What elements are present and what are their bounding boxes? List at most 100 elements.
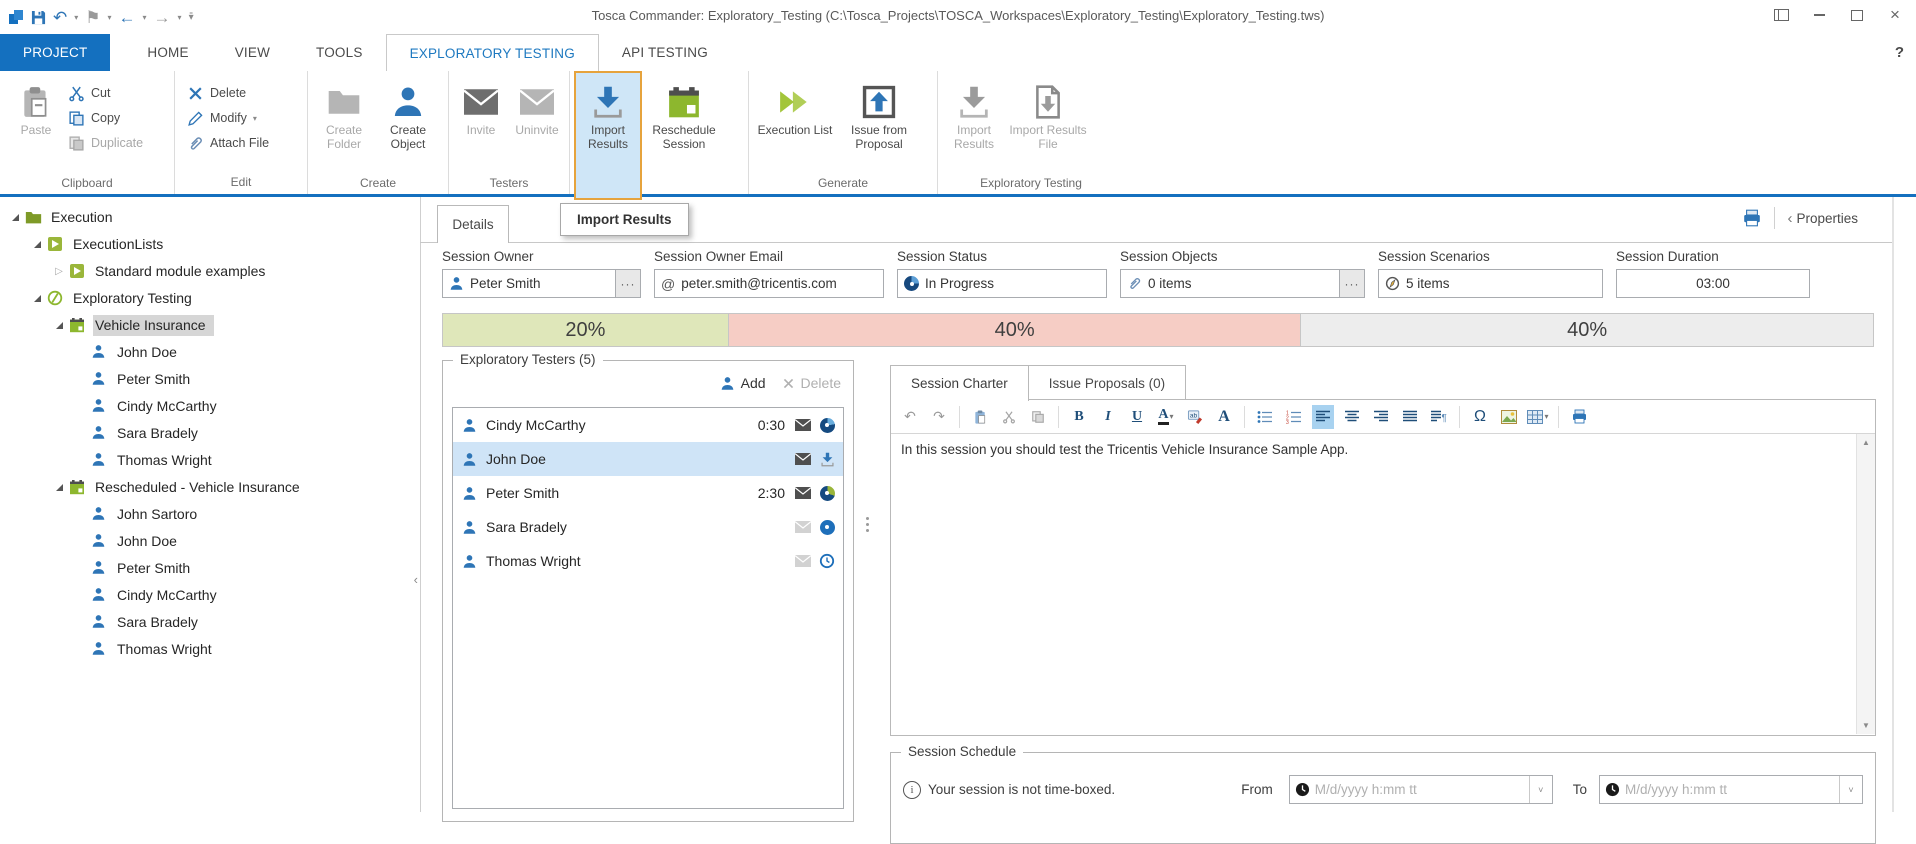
to-dropdown-icon[interactable]: ˅ bbox=[1839, 776, 1862, 803]
tester-row[interactable]: Peter Smith2:30 bbox=[453, 476, 843, 510]
align-center-button[interactable] bbox=[1341, 405, 1363, 429]
panel-splitter-handle[interactable] bbox=[866, 517, 869, 532]
font-color-button[interactable]: A▾ bbox=[1155, 405, 1177, 429]
editor-scrollbar[interactable]: ▲ ▼ bbox=[1856, 434, 1875, 734]
highlight-button[interactable]: ab bbox=[1184, 405, 1206, 429]
session-field-input[interactable]: Peter Smith··· bbox=[442, 269, 641, 298]
tree-item-person[interactable]: Thomas Wright bbox=[0, 447, 420, 474]
tree-item-person[interactable]: Cindy McCarthy bbox=[0, 582, 420, 609]
tree-expander-icon[interactable] bbox=[8, 214, 22, 221]
tab-view[interactable]: VIEW bbox=[212, 34, 293, 71]
tree-item[interactable]: Execution bbox=[0, 204, 420, 231]
close-button[interactable]: × bbox=[1884, 6, 1906, 24]
attach-file-button[interactable]: Attach File bbox=[187, 133, 269, 153]
tester-status-icon[interactable] bbox=[819, 519, 835, 535]
scroll-down-icon[interactable]: ▼ bbox=[1857, 717, 1875, 734]
envelope-icon[interactable] bbox=[795, 487, 811, 499]
tester-row[interactable]: Sara Bradely bbox=[453, 510, 843, 544]
folder-icon bbox=[327, 81, 361, 123]
insert-image-button[interactable] bbox=[1498, 405, 1520, 429]
scroll-up-icon[interactable]: ▲ bbox=[1857, 434, 1875, 451]
session-charter-text[interactable]: In this session you should test the Tric… bbox=[901, 442, 1845, 457]
to-datetime-input[interactable]: M/d/yyyy h:mm tt ˅ bbox=[1599, 775, 1863, 804]
delete-button[interactable]: Delete bbox=[187, 83, 269, 103]
create-object-button[interactable]: Create Object bbox=[376, 75, 440, 173]
tree-expander-icon[interactable] bbox=[30, 241, 44, 248]
tester-status-icon[interactable] bbox=[819, 417, 835, 433]
envelope-icon[interactable] bbox=[795, 453, 811, 465]
delete-tester-button: Delete bbox=[782, 375, 841, 391]
tab-home[interactable]: HOME bbox=[124, 34, 211, 71]
tab-session-charter[interactable]: Session Charter bbox=[890, 365, 1029, 401]
tree-item[interactable]: Rescheduled - Vehicle Insurance bbox=[0, 474, 420, 501]
modify-dropdown-icon[interactable]: ▾ bbox=[253, 114, 257, 123]
tree-item[interactable]: Vehicle Insurance bbox=[0, 312, 420, 339]
tree-item-person[interactable]: John Doe bbox=[0, 339, 420, 366]
justify-button[interactable] bbox=[1399, 405, 1421, 429]
help-icon[interactable]: ? bbox=[1895, 44, 1904, 61]
tree-item-person[interactable]: Peter Smith bbox=[0, 366, 420, 393]
bullet-list-icon[interactable] bbox=[1254, 405, 1276, 429]
tab-tools[interactable]: TOOLS bbox=[293, 34, 386, 71]
person-icon bbox=[462, 520, 477, 535]
tree-expander-icon[interactable]: ▷ bbox=[52, 266, 66, 277]
modify-button[interactable]: Modify ▾ bbox=[187, 108, 269, 128]
tab-project[interactable]: PROJECT bbox=[0, 34, 110, 71]
tree-collapse-handle[interactable]: ‹ bbox=[414, 572, 418, 587]
tree-item-person[interactable]: Thomas Wright bbox=[0, 636, 420, 663]
tree-expander-icon[interactable] bbox=[52, 322, 66, 329]
ribbon-group-generate: Execution List Issue from Proposal Gener… bbox=[749, 71, 938, 194]
right-panel-divider[interactable] bbox=[1892, 197, 1894, 812]
ribbon-group-session: Import Results Reschedule Session Sessio… bbox=[570, 71, 749, 194]
italic-button[interactable]: I bbox=[1097, 405, 1119, 429]
tree-expander-icon[interactable] bbox=[30, 295, 44, 302]
bold-button[interactable]: B bbox=[1068, 405, 1090, 429]
align-left-button[interactable] bbox=[1312, 405, 1334, 429]
from-dropdown-icon[interactable]: ˅ bbox=[1529, 776, 1552, 803]
font-button[interactable]: A bbox=[1213, 405, 1235, 429]
insert-table-button[interactable]: ▾ bbox=[1527, 405, 1549, 429]
import-results-button[interactable]: Import Results bbox=[574, 71, 642, 200]
copy-button[interactable]: Copy bbox=[68, 108, 143, 128]
minimize-button[interactable] bbox=[1808, 6, 1830, 24]
tester-row[interactable]: Cindy McCarthy0:30 bbox=[453, 408, 843, 442]
tester-row[interactable]: Thomas Wright bbox=[453, 544, 843, 578]
underline-button[interactable]: U bbox=[1126, 405, 1148, 429]
tree-item-person[interactable]: Peter Smith bbox=[0, 555, 420, 582]
tree-item-person[interactable]: John Sartoro bbox=[0, 501, 420, 528]
add-tester-button[interactable]: Add bbox=[720, 375, 766, 391]
print-icon[interactable] bbox=[1568, 405, 1590, 429]
tree-item-person[interactable]: Sara Bradely bbox=[0, 609, 420, 636]
tester-status-icon[interactable] bbox=[819, 485, 835, 501]
tester-row[interactable]: John Doe bbox=[453, 442, 843, 476]
execution-list-button[interactable]: Execution List bbox=[753, 75, 837, 173]
restore-button[interactable] bbox=[1846, 6, 1868, 24]
tester-status-icon[interactable] bbox=[819, 451, 835, 467]
session-field-label: Session Owner bbox=[442, 249, 641, 264]
paste-icon[interactable] bbox=[969, 405, 991, 429]
from-datetime-input[interactable]: M/d/yyyy h:mm tt ˅ bbox=[1289, 775, 1553, 804]
session-field-input[interactable]: @peter.smith@tricentis.com bbox=[654, 269, 884, 298]
tree-item-person[interactable]: John Doe bbox=[0, 528, 420, 555]
tree-item-person[interactable]: Sara Bradely bbox=[0, 420, 420, 447]
tab-api-testing[interactable]: API TESTING bbox=[599, 34, 731, 71]
symbol-omega-button[interactable]: Ω bbox=[1469, 405, 1491, 429]
tab-exploratory-testing[interactable]: EXPLORATORY TESTING bbox=[386, 34, 599, 71]
reschedule-session-button[interactable]: Reschedule Session bbox=[642, 75, 726, 173]
tree-item-person[interactable]: Cindy McCarthy bbox=[0, 393, 420, 420]
tree-expander-icon[interactable] bbox=[52, 484, 66, 491]
more-button[interactable]: ··· bbox=[615, 270, 640, 297]
cut-button[interactable]: Cut bbox=[68, 83, 143, 103]
tab-issue-proposals[interactable]: Issue Proposals (0) bbox=[1028, 365, 1186, 401]
tree-item[interactable]: ▷Standard module examples bbox=[0, 258, 420, 285]
tree-item[interactable]: Exploratory Testing bbox=[0, 285, 420, 312]
tree-item[interactable]: ExecutionLists bbox=[0, 231, 420, 258]
paragraph-marks-button[interactable]: ¶ bbox=[1428, 405, 1450, 429]
envelope-icon[interactable] bbox=[795, 419, 811, 431]
panel-layout-icon[interactable] bbox=[1770, 6, 1792, 24]
numbered-list-icon[interactable]: 123 bbox=[1283, 405, 1305, 429]
tab-details[interactable]: Details bbox=[437, 205, 509, 243]
tester-status-icon[interactable] bbox=[819, 553, 835, 569]
issue-from-proposal-button[interactable]: Issue from Proposal bbox=[837, 75, 921, 173]
align-right-button[interactable] bbox=[1370, 405, 1392, 429]
